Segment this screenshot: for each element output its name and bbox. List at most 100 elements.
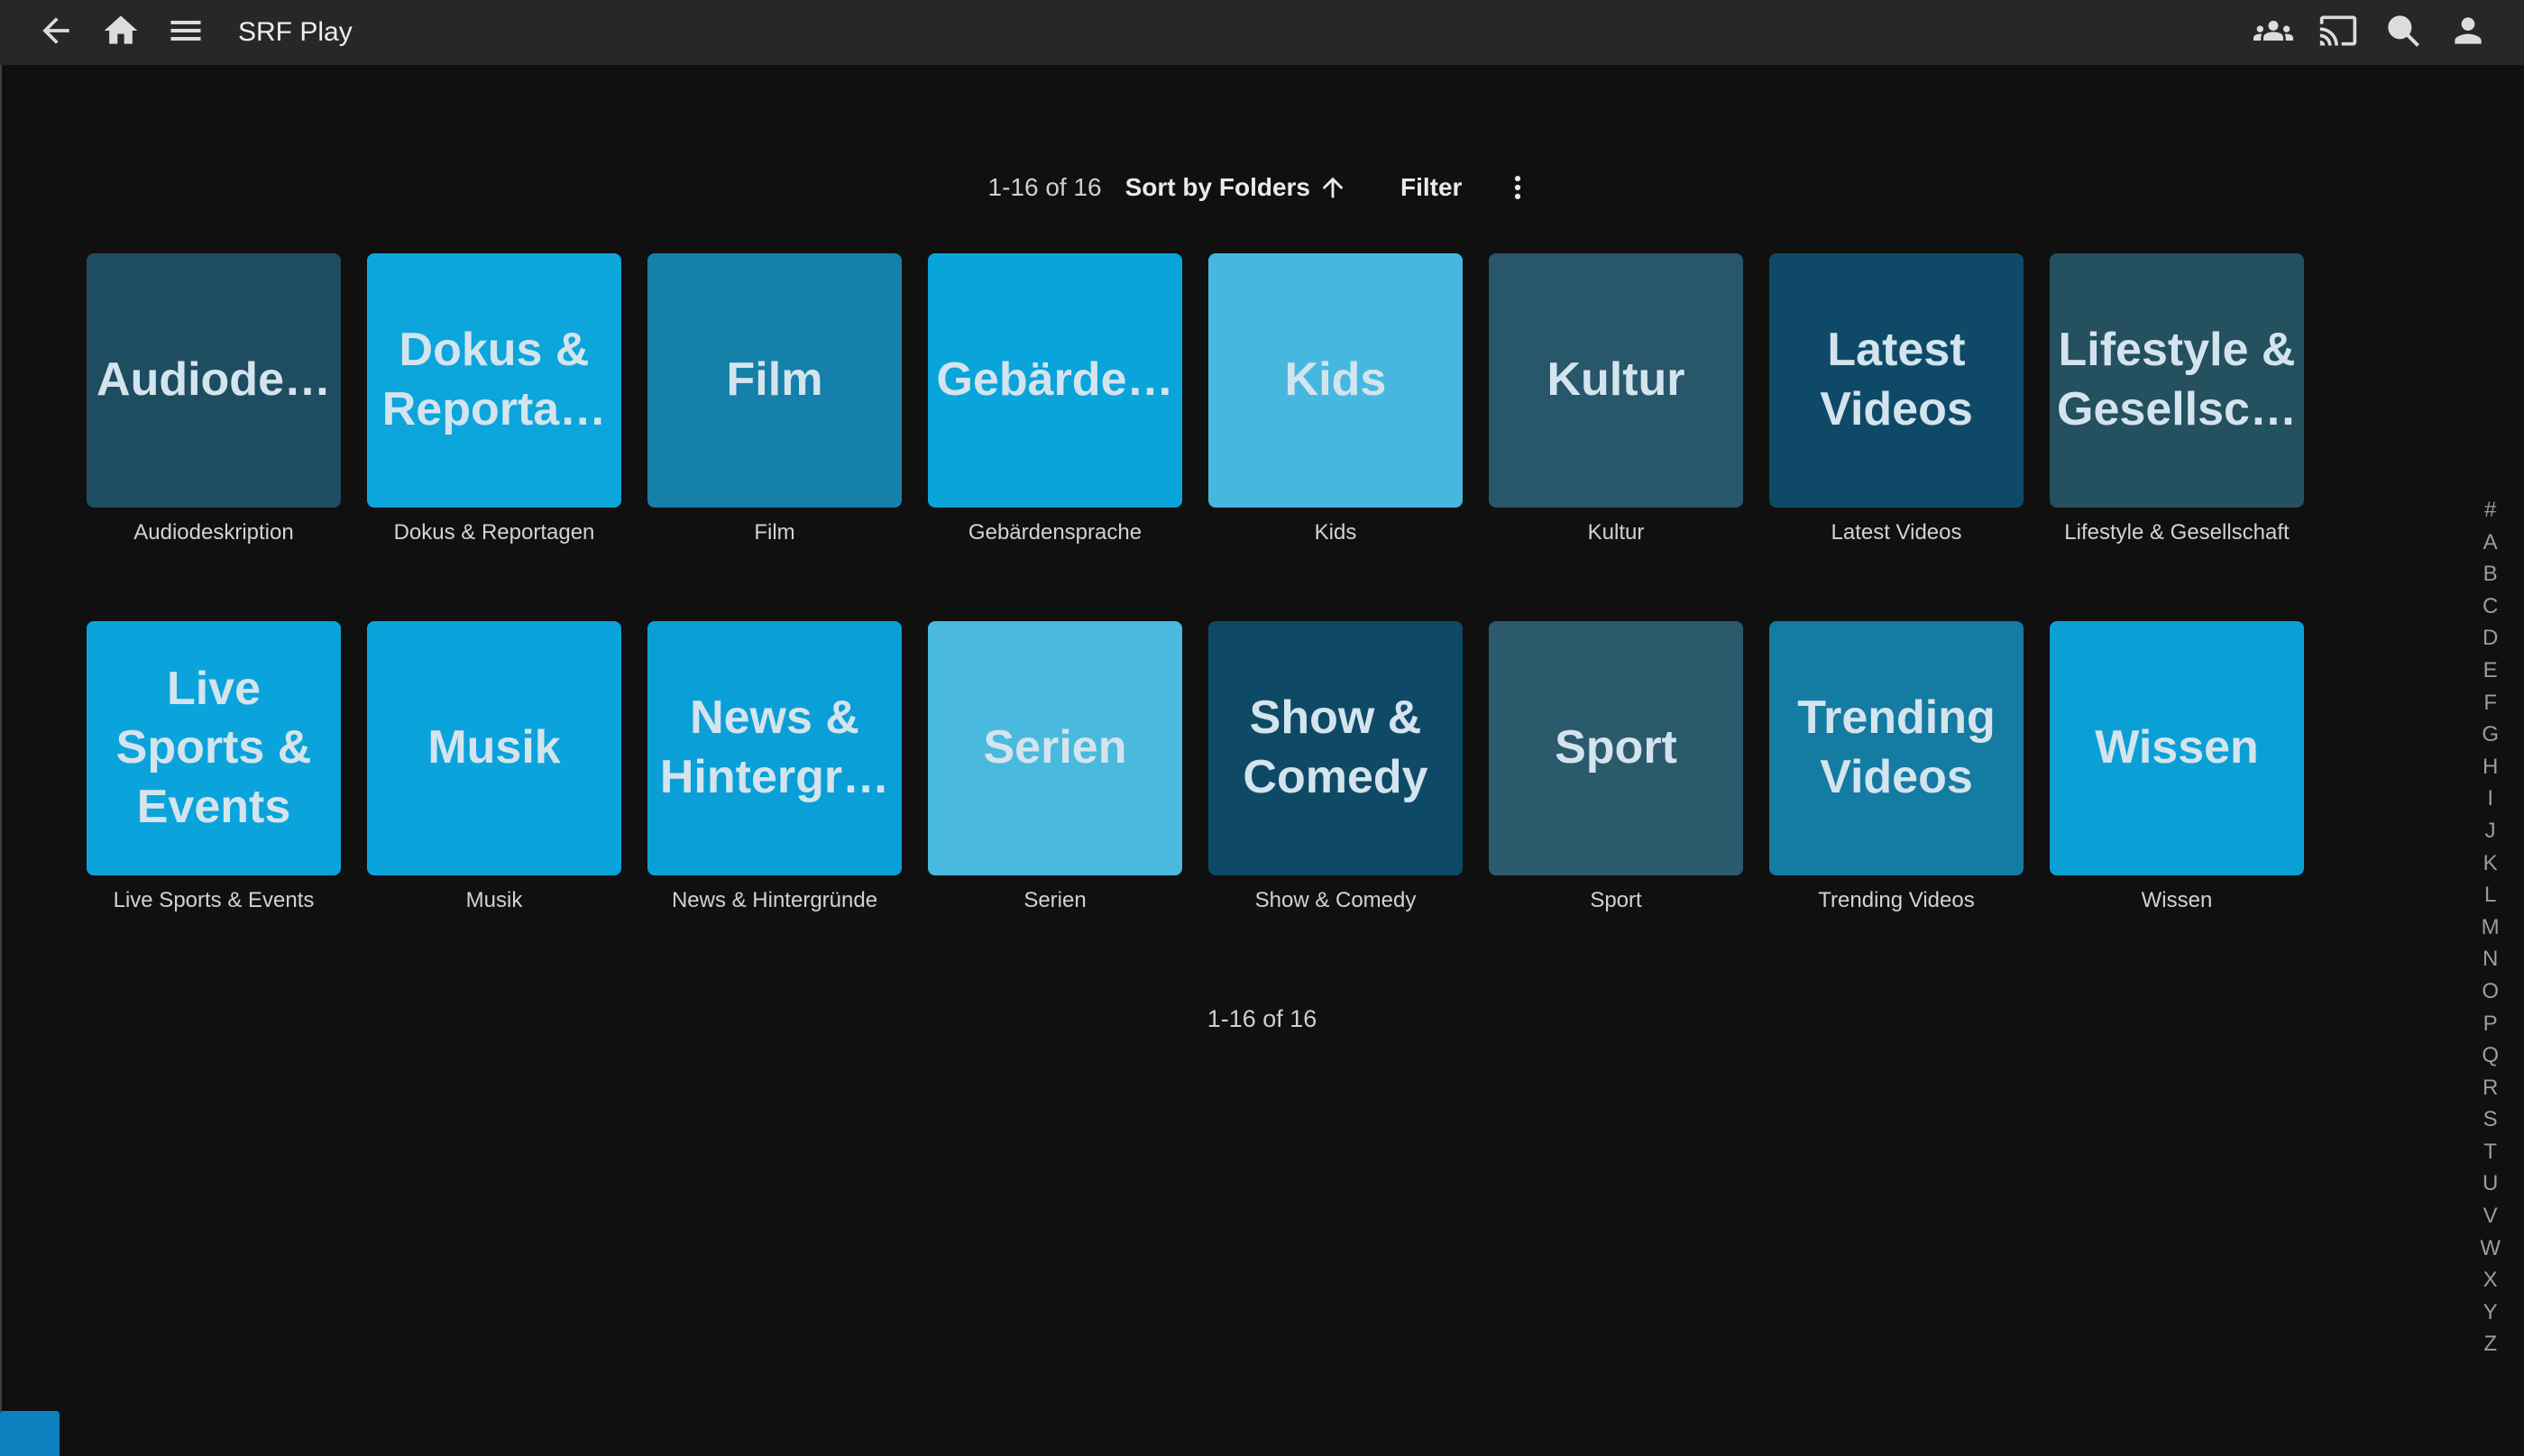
- tile-title: Kids: [1272, 351, 1400, 410]
- alpha-letter[interactable]: A: [2483, 527, 2498, 559]
- menu-button[interactable]: [153, 0, 218, 65]
- library-tile[interactable]: Kultur: [1489, 253, 1743, 508]
- tile-caption[interactable]: Latest Videos: [1769, 520, 2024, 547]
- library-cell: News & Hintergr… News & Hintergründe: [647, 621, 902, 915]
- library-cell: Latest Videos Latest Videos: [1769, 253, 2024, 547]
- alpha-letter[interactable]: F: [2483, 687, 2497, 719]
- sort-button[interactable]: Sort by Folders: [1125, 172, 1348, 203]
- alpha-letter[interactable]: C: [2483, 591, 2498, 623]
- library-tile[interactable]: Show & Comedy: [1208, 621, 1463, 875]
- alpha-letter[interactable]: J: [2485, 815, 2496, 847]
- tile-caption[interactable]: Audiodeskription: [87, 520, 341, 547]
- alpha-letter[interactable]: G: [2482, 719, 2499, 751]
- library-cell: Kultur Kultur: [1489, 253, 1743, 547]
- alpha-letter[interactable]: V: [2483, 1200, 2498, 1232]
- tile-caption[interactable]: Film: [647, 520, 902, 547]
- library-tile[interactable]: Wissen: [2050, 621, 2304, 875]
- alpha-letter[interactable]: Z: [2483, 1328, 2497, 1360]
- tile-caption[interactable]: Serien: [928, 888, 1182, 915]
- alpha-letter[interactable]: S: [2483, 1103, 2498, 1136]
- scrollbar-thumb[interactable]: [0, 1411, 60, 1456]
- people-icon: [2253, 11, 2293, 55]
- library-tile[interactable]: Latest Videos: [1769, 253, 2024, 508]
- more-options-button[interactable]: [1500, 169, 1536, 206]
- library-cell: Trending Videos Trending Videos: [1769, 621, 2024, 915]
- alpha-letter[interactable]: R: [2483, 1072, 2498, 1104]
- tile-caption[interactable]: Wissen: [2050, 888, 2304, 915]
- syncplay-button[interactable]: [2241, 0, 2306, 65]
- alpha-letter[interactable]: I: [2487, 783, 2493, 815]
- library-cell: Show & Comedy Show & Comedy: [1208, 621, 1463, 915]
- alpha-letter[interactable]: B: [2483, 558, 2498, 591]
- tile-title: Audiode…: [84, 351, 344, 410]
- tile-title: Film: [714, 351, 836, 410]
- alphabet-picker: #ABCDEFGHIJKLMNOPQRSTUVWXYZ: [2480, 494, 2501, 1360]
- alpha-letter[interactable]: #: [2484, 494, 2496, 527]
- search-icon: [2383, 11, 2423, 55]
- tile-caption[interactable]: Sport: [1489, 888, 1743, 915]
- home-button[interactable]: [88, 0, 153, 65]
- tile-title: Live Sports & Events: [104, 660, 325, 838]
- item-count-top: 1-16 of 16: [988, 173, 1102, 202]
- alpha-letter[interactable]: M: [2482, 911, 2500, 944]
- tile-caption[interactable]: Musik: [367, 888, 621, 915]
- tile-title: Lifestyle & Gesellsc…: [2044, 321, 2309, 439]
- search-button[interactable]: [2371, 0, 2436, 65]
- library-tile[interactable]: Film: [647, 253, 902, 508]
- alpha-letter[interactable]: T: [2483, 1136, 2497, 1168]
- alpha-letter[interactable]: L: [2484, 879, 2496, 911]
- tile-title: Latest Videos: [1807, 321, 1986, 439]
- alpha-letter[interactable]: H: [2483, 751, 2498, 783]
- library-tile[interactable]: News & Hintergr…: [647, 621, 902, 875]
- library-tile[interactable]: Audiode…: [87, 253, 341, 508]
- library-tile[interactable]: Trending Videos: [1769, 621, 2024, 875]
- back-button[interactable]: [23, 0, 88, 65]
- tile-caption[interactable]: Dokus & Reportagen: [367, 520, 621, 547]
- alpha-letter[interactable]: Y: [2483, 1296, 2498, 1329]
- alpha-letter[interactable]: E: [2483, 655, 2498, 687]
- alpha-letter[interactable]: D: [2483, 622, 2498, 655]
- alpha-letter[interactable]: P: [2483, 1008, 2498, 1040]
- tile-caption[interactable]: Gebärdensprache: [928, 520, 1182, 547]
- tile-caption[interactable]: Live Sports & Events: [87, 888, 341, 915]
- home-icon: [101, 11, 141, 55]
- library-tile[interactable]: Kids: [1208, 253, 1463, 508]
- filter-button-label: Filter: [1400, 173, 1462, 202]
- tile-caption[interactable]: Show & Comedy: [1208, 888, 1463, 915]
- tile-caption[interactable]: Lifestyle & Gesellschaft: [2050, 520, 2304, 547]
- person-icon: [2448, 11, 2488, 55]
- library-tile[interactable]: Sport: [1489, 621, 1743, 875]
- library-cell: Kids Kids: [1208, 253, 1463, 547]
- alpha-letter[interactable]: X: [2483, 1264, 2498, 1296]
- library-cell: Dokus & Reporta… Dokus & Reportagen: [367, 253, 621, 547]
- user-button[interactable]: [2436, 0, 2501, 65]
- library-cell: Lifestyle & Gesellsc… Lifestyle & Gesells…: [2050, 253, 2304, 547]
- library-tile[interactable]: Lifestyle & Gesellsc…: [2050, 253, 2304, 508]
- alpha-letter[interactable]: U: [2483, 1168, 2498, 1200]
- alpha-letter[interactable]: W: [2480, 1232, 2501, 1265]
- library-cell: Sport Sport: [1489, 621, 1743, 915]
- library-cell: Audiode… Audiodeskription: [87, 253, 341, 547]
- library-tile[interactable]: Live Sports & Events: [87, 621, 341, 875]
- tile-caption[interactable]: Trending Videos: [1769, 888, 2024, 915]
- cast-button[interactable]: [2306, 0, 2371, 65]
- library-tile[interactable]: Serien: [928, 621, 1182, 875]
- alpha-letter[interactable]: K: [2483, 847, 2498, 880]
- tile-title: Musik: [415, 719, 573, 778]
- tile-caption[interactable]: Kultur: [1489, 520, 1743, 547]
- library-tile[interactable]: Musik: [367, 621, 621, 875]
- tile-caption[interactable]: Kids: [1208, 520, 1463, 547]
- library-tile[interactable]: Dokus & Reporta…: [367, 253, 621, 508]
- tile-title: Serien: [971, 719, 1140, 778]
- library-grid: Audiode… Audiodeskription Dokus & Reporta……: [87, 253, 2304, 915]
- library-cell: Live Sports & Events Live Sports & Events: [87, 621, 341, 915]
- tile-title: Sport: [1542, 719, 1690, 778]
- tile-title: News & Hintergr…: [647, 689, 902, 807]
- library-tile[interactable]: Gebärde…: [928, 253, 1182, 508]
- alpha-letter[interactable]: O: [2482, 975, 2499, 1008]
- tile-caption[interactable]: News & Hintergründe: [647, 888, 902, 915]
- alpha-letter[interactable]: N: [2483, 943, 2498, 975]
- cast-icon: [2318, 11, 2358, 55]
- alpha-letter[interactable]: Q: [2482, 1039, 2499, 1072]
- filter-button[interactable]: Filter: [1400, 173, 1462, 202]
